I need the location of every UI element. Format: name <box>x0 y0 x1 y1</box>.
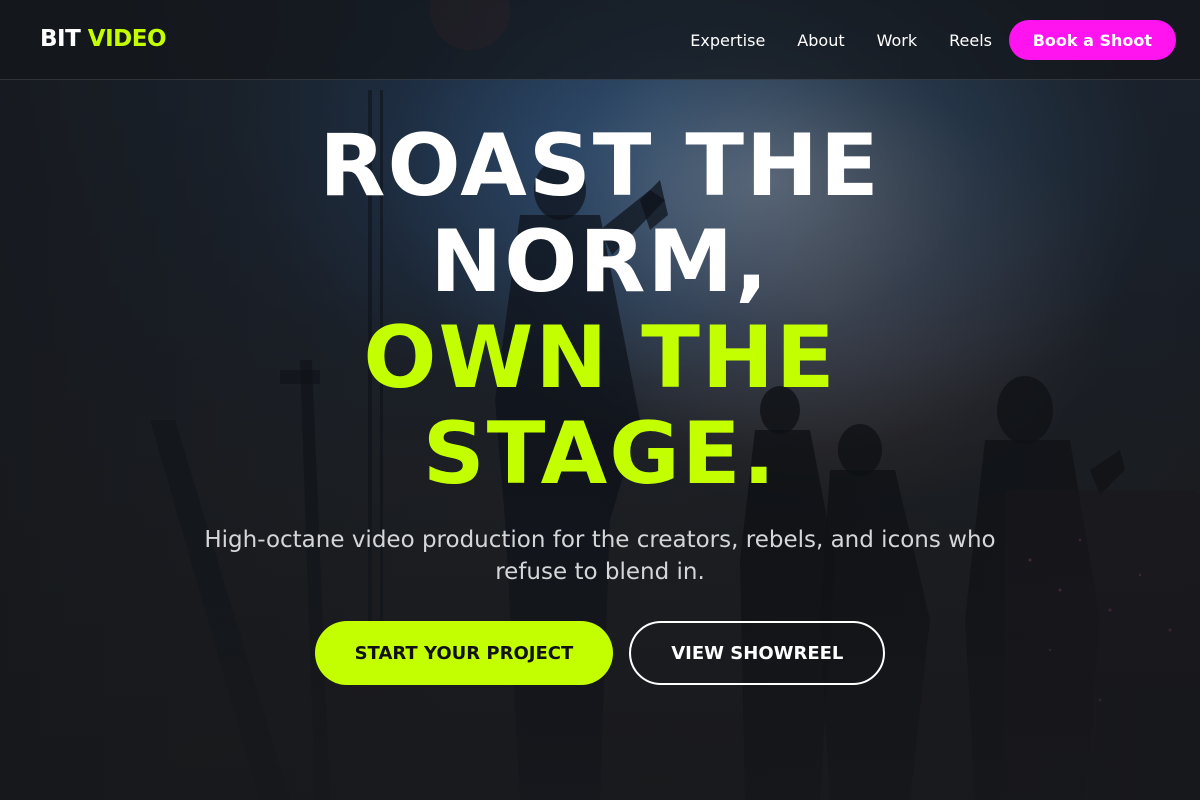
brand-logo[interactable]: BIT VIDEO <box>40 26 167 52</box>
start-your-project-button[interactable]: START YOUR PROJECT <box>314 621 614 685</box>
hero-headline: ROAST THE NORM, OWN THE STAGE. <box>0 118 1200 502</box>
hero-subtitle: High-octane video production for the cre… <box>204 527 996 585</box>
headline-line-1: ROAST THE <box>319 116 881 216</box>
nav-link-reels[interactable]: Reels <box>949 31 992 50</box>
logo-text-video: VIDEO <box>87 26 167 52</box>
logo-text-bit: BIT <box>40 26 81 52</box>
book-a-shoot-button[interactable]: Book a Shoot <box>1008 20 1176 60</box>
view-showreel-button[interactable]: VIEW SHOWREEL <box>629 621 886 685</box>
headline-line-4: STAGE. <box>422 404 778 504</box>
site-header: BIT VIDEO Expertise About Work Reels Boo… <box>0 0 1200 80</box>
landing-page: BIT VIDEO Expertise About Work Reels Boo… <box>0 0 1200 800</box>
nav-link-work[interactable]: Work <box>877 31 918 50</box>
hero-section: ROAST THE NORM, OWN THE STAGE. High-octa… <box>0 80 1200 685</box>
headline-line-2: NORM, <box>430 212 770 312</box>
headline-line-3: OWN THE <box>363 308 837 408</box>
nav-link-expertise[interactable]: Expertise <box>690 31 765 50</box>
nav-link-about[interactable]: About <box>797 31 844 50</box>
main-nav: Expertise About Work Reels <box>690 0 992 80</box>
hero-cta-group: START YOUR PROJECT VIEW SHOWREEL <box>0 621 1200 685</box>
